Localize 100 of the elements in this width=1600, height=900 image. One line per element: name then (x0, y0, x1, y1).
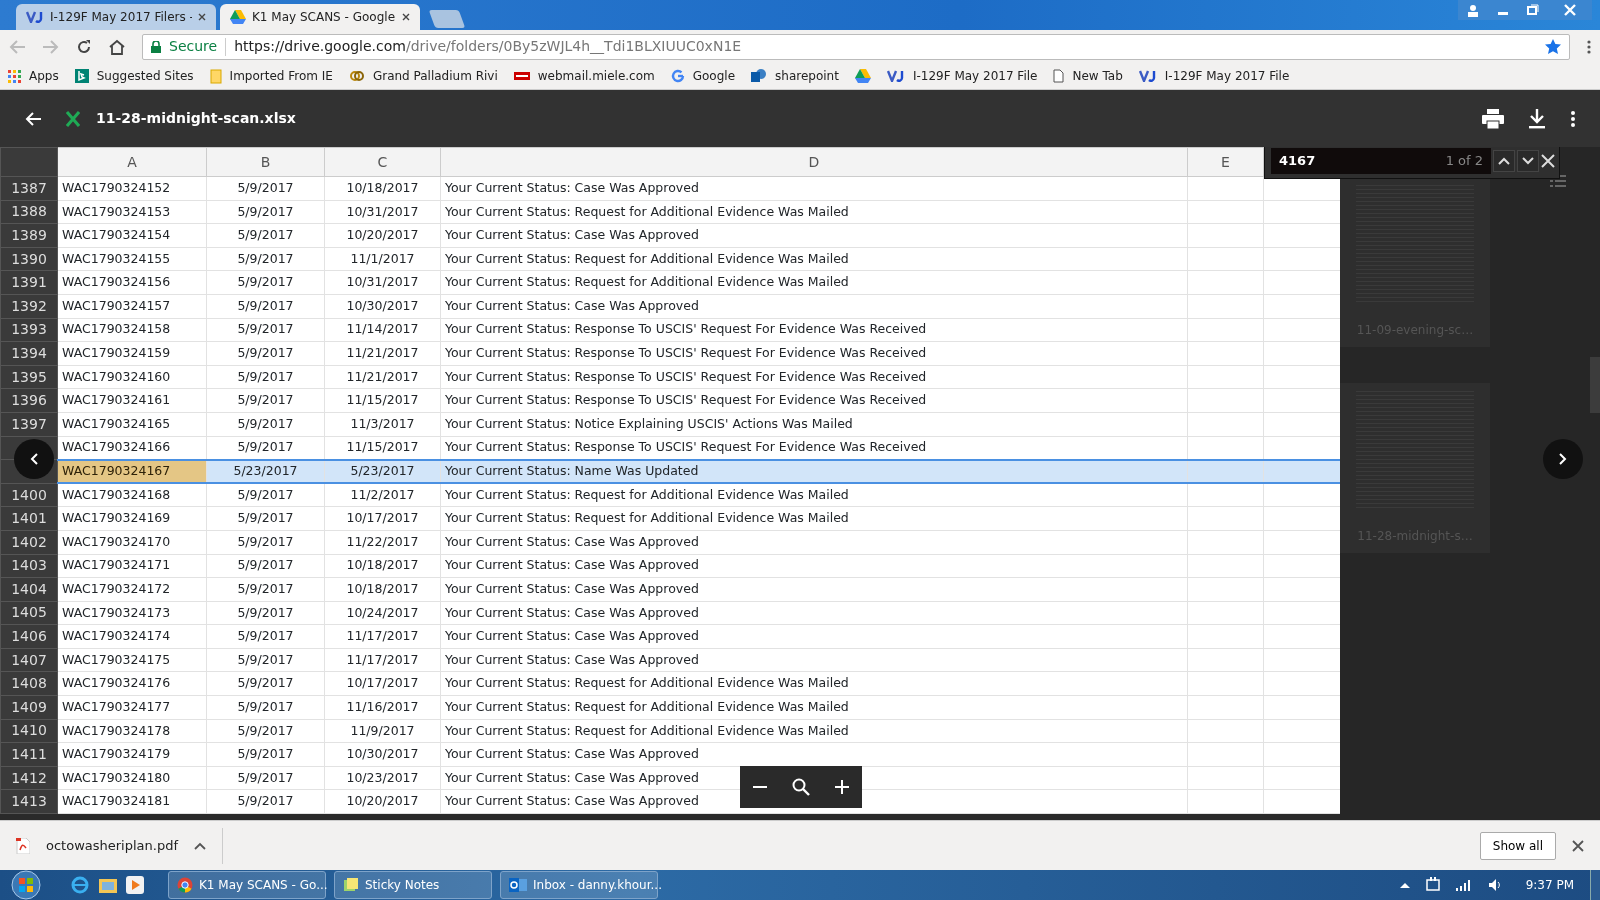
chevron-up-icon[interactable] (194, 841, 206, 850)
table-cell: 10/24/2017 (324, 601, 441, 625)
table-cell: 5/9/2017 (206, 318, 325, 342)
taskbar-button[interactable]: Sticky Notes (334, 871, 492, 899)
show-desktop-button[interactable] (1590, 870, 1600, 900)
table-row[interactable]: 1405 WAC1790324173 5/9/2017 10/24/2017 Your Current Status: Case Was Approved (0, 601, 1341, 625)
bookmark-link[interactable]: sharepoint (751, 67, 839, 85)
bookmark-link[interactable]: I-129F May 2017 File (886, 67, 1038, 85)
bookmark-link[interactable]: Google (670, 67, 736, 85)
row-number: 1405 (0, 601, 58, 625)
bookmark-link[interactable]: New Tab (1053, 67, 1123, 85)
zoom-in-icon[interactable] (834, 779, 850, 795)
bing-logo-icon (74, 69, 89, 83)
reload-icon[interactable] (76, 38, 92, 55)
table-cell: 5/9/2017 (206, 483, 325, 507)
bookmark-link[interactable]: webmail.miele.com (513, 67, 655, 85)
table-row[interactable]: 1389 WAC1790324154 5/9/2017 10/20/2017 Your Current Status: Case Was Approved (0, 223, 1341, 248)
table-row[interactable]: 1394 WAC1790324159 5/9/2017 11/21/2017 Your Current Status: Response To USCIS' Request For Evidence Was Received (0, 341, 1341, 366)
table-row[interactable]: 1388 WAC1790324153 5/9/2017 10/31/2017 Your Current Status: Request for Additional Evidence Was Mailed (0, 200, 1341, 224)
show-all-button[interactable]: Show all (1479, 831, 1556, 860)
table-cell: 5/9/2017 (206, 530, 325, 554)
download-icon[interactable] (1528, 108, 1546, 129)
table-row[interactable]: 1404 WAC1790324172 5/9/2017 10/18/2017 Your Current Status: Case Was Approved (0, 577, 1341, 602)
drive-logo-icon[interactable] (854, 69, 871, 83)
table-row[interactable]: 1409 WAC1790324177 5/9/2017 11/16/2017 Your Current Status: Request for Additional Evidence Was Mailed (0, 695, 1341, 720)
start-orb-icon[interactable] (8, 870, 44, 900)
table-row[interactable]: 1396 WAC1790324161 5/9/2017 11/15/2017 Your Current Status: Response To USCIS' Request For Evidence Was Received (0, 388, 1341, 413)
previous-match-button[interactable] (1493, 150, 1515, 172)
table-row[interactable]: WAC1790324167 5/23/2017 5/23/2017 Your Current Status: Name Was Updated (0, 459, 1341, 484)
chevron-down-icon (1522, 157, 1534, 165)
close-icon[interactable] (1572, 839, 1584, 852)
spreadsheet-x-icon (66, 110, 80, 127)
bookmark-link[interactable]: Apps (8, 67, 59, 85)
taskbar-button[interactable]: K1 May SCANS - Go... (168, 871, 326, 899)
table-row[interactable]: 1401 WAC1790324169 5/9/2017 10/17/2017 Your Current Status: Request for Additional Evidence Was Mailed (0, 506, 1341, 531)
bookmark-link[interactable]: I-129F May 2017 File (1138, 67, 1290, 85)
new-tab-button[interactable] (428, 10, 466, 28)
table-cell: WAC1790324173 (57, 601, 207, 625)
search-icon[interactable] (792, 778, 810, 796)
table-cell: 5/9/2017 (206, 601, 325, 625)
column-header[interactable]: E (1187, 147, 1264, 177)
table-row[interactable]: 1393 WAC1790324158 5/9/2017 11/14/2017 Your Current Status: Response To USCIS' Request For Evidence Was Received (0, 318, 1341, 342)
signal-bars-icon[interactable] (1455, 879, 1472, 891)
close-icon[interactable] (402, 13, 410, 21)
table-row[interactable]: 1402 WAC1790324170 5/9/2017 11/22/2017 Your Current Status: Case Was Approved (0, 530, 1341, 554)
table-cell: 11/16/2017 (324, 695, 441, 720)
table-row[interactable]: 1408 WAC1790324176 5/9/2017 10/17/2017 Your Current Status: Request for Additional Evidence Was Mailed (0, 671, 1341, 696)
row-number: 1400 (0, 483, 58, 507)
table-row[interactable]: 1400 WAC1790324168 5/9/2017 11/2/2017 Your Current Status: Request for Additional Evidence Was Mailed (0, 483, 1341, 507)
bookmark-link[interactable]: Imported From IE (209, 67, 333, 85)
speaker-icon[interactable] (1487, 878, 1502, 892)
table-row[interactable]: 1390 WAC1790324155 5/9/2017 11/1/2017 Your Current Status: Request for Additional Evidence Was Mailed (0, 247, 1341, 271)
browser-tab[interactable]: K1 May SCANS - Google (220, 4, 420, 30)
table-row[interactable]: 1397 WAC1790324165 5/9/2017 11/3/2017 Your Current Status: Notice Explaining USCIS' Actions Was Mailed (0, 412, 1341, 437)
home-icon[interactable] (108, 38, 126, 55)
table-cell: WAC1790324168 (57, 483, 207, 507)
find-field[interactable]: 4167 1 of 2 (1271, 148, 1491, 174)
bookmark-link[interactable]: Suggested Sites (74, 67, 194, 85)
table-cell: 5/9/2017 (206, 554, 325, 578)
print-icon[interactable] (1482, 108, 1504, 129)
column-header[interactable]: A (57, 147, 207, 177)
table-cell: Your Current Status: Request for Additional Evidence Was Mailed (440, 483, 1188, 507)
close-icon[interactable] (198, 13, 206, 21)
table-row[interactable]: 1407 WAC1790324175 5/9/2017 11/17/2017 Your Current Status: Case Was Approved (0, 648, 1341, 672)
table-row[interactable]: 1392 WAC1790324157 5/9/2017 10/30/2017 Your Current Status: Case Was Approved (0, 294, 1341, 319)
table-cell: 5/9/2017 (206, 577, 325, 602)
sticky-notes-icon (343, 877, 359, 893)
browser-e-icon[interactable] (70, 875, 90, 895)
next-match-button[interactable] (1517, 150, 1539, 172)
table-cell: Your Current Status: Case Was Approved (440, 223, 1188, 248)
table-cell: 5/9/2017 (206, 719, 325, 743)
table-row[interactable]: 1406 WAC1790324174 5/9/2017 11/17/2017 Your Current Status: Case Was Approved (0, 624, 1341, 649)
table-row[interactable]: 1411 WAC1790324179 5/9/2017 10/30/2017 Your Current Status: Case Was Approved (0, 742, 1341, 767)
folder-icon[interactable] (98, 876, 118, 894)
column-header[interactable]: D (440, 147, 1188, 177)
table-cell: 11/21/2017 (324, 341, 441, 366)
bookmark-star-icon[interactable] (1545, 38, 1561, 55)
table-row[interactable]: 1403 WAC1790324171 5/9/2017 10/18/2017 Your Current Status: Case Was Approved (0, 554, 1341, 578)
table-cell: Your Current Status: Case Was Approved (440, 530, 1188, 554)
drive-logo-icon (230, 10, 246, 24)
address-bar[interactable]: Secure https://drive.google.com/drive/folders/0By5zWJL4h__Tdi1BLXIUUC0xN1E (142, 33, 1570, 60)
more-menu-icon[interactable] (1570, 109, 1576, 128)
show-hidden-icons-icon[interactable] (1399, 882, 1410, 888)
table-cell: 10/18/2017 (324, 577, 441, 602)
row-number: 1408 (0, 671, 58, 696)
column-header[interactable]: C (324, 147, 441, 177)
back-arrow-icon[interactable] (24, 110, 42, 127)
column-header[interactable]: B (206, 147, 325, 177)
table-row[interactable]: 1391 WAC1790324156 5/9/2017 10/31/2017 Your Current Status: Request for Additional Evidence Was Mailed (0, 270, 1341, 295)
match-count: 1 of 2 (1445, 152, 1483, 171)
row-number: 1411 (0, 742, 58, 767)
table-cell: Your Current Status: Request for Additional Evidence Was Mailed (440, 200, 1188, 224)
more-menu-icon[interactable] (1586, 38, 1592, 55)
download-item[interactable]: octowasheriplan.pdf (16, 835, 178, 856)
table-row[interactable]: 1410 WAC1790324178 5/9/2017 11/9/2017 Your Current Status: Request for Additional Evidence Was Mailed (0, 719, 1341, 743)
table-cell: 5/9/2017 (206, 388, 325, 413)
profile-icon[interactable] (1458, 0, 1488, 20)
power-plug-icon[interactable] (1425, 877, 1440, 893)
bookmark-link[interactable]: Grand Palladium Rivi (348, 67, 498, 85)
table-row[interactable]: 1395 WAC1790324160 5/9/2017 11/21/2017 Your Current Status: Response To USCIS' Request For Evidence Was Received (0, 365, 1341, 389)
